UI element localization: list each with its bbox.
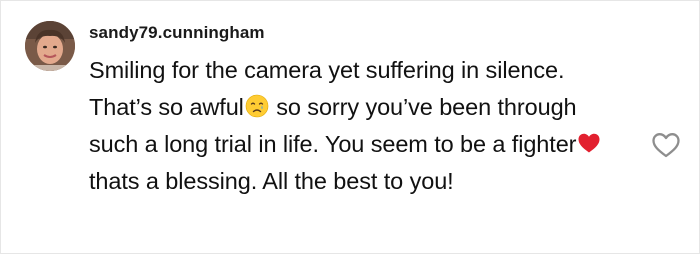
comment-text: Smiling for the camera yet suffering in …: [89, 52, 609, 200]
like-button[interactable]: [651, 131, 681, 159]
red-heart-emoji-icon: [577, 129, 601, 153]
comment-card: sandy79.cunningham Smiling for the camer…: [0, 0, 700, 254]
heart-outline-icon: [652, 133, 680, 158]
user-avatar-photo-icon: [25, 21, 75, 71]
comment-username[interactable]: sandy79.cunningham: [89, 23, 265, 43]
crying-face-emoji-icon: [245, 92, 269, 118]
comment-text-part-3: thats a blessing. All the best to you!: [89, 168, 454, 194]
avatar[interactable]: [25, 21, 75, 71]
